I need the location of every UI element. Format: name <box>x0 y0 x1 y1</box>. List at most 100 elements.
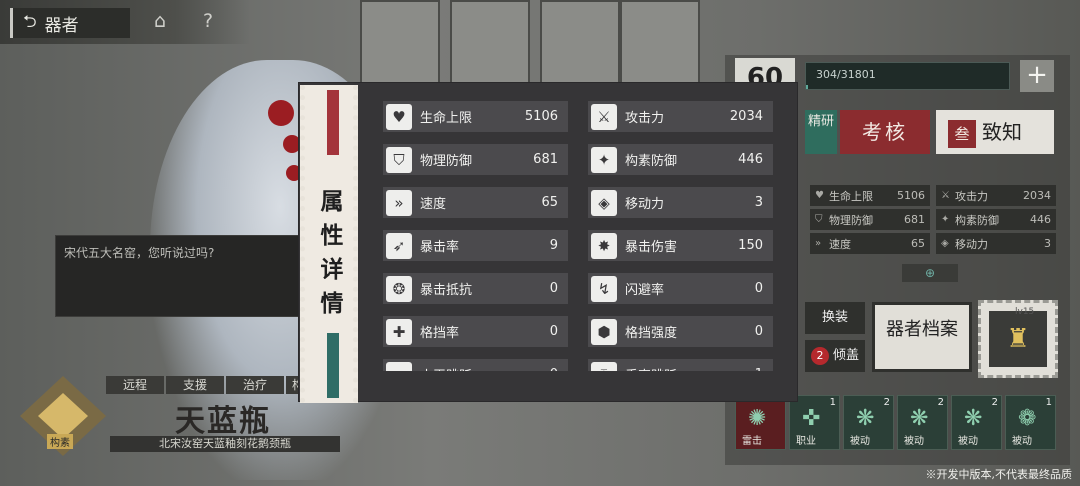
stat-row: » 速度 65 ◈ 移动力 3 <box>383 187 773 218</box>
magnify-icon[interactable]: ⊕ <box>902 264 958 282</box>
move-icon: ◈ <box>941 238 949 249</box>
home-icon[interactable]: ⌂ <box>148 10 172 34</box>
equipment-stamp[interactable]: ♜ lv15 <box>978 300 1058 378</box>
favor-count-badge: 2 <box>810 347 829 365</box>
shield-icon: ⛉ <box>815 214 823 225</box>
stat-cell: ✦ 构素防御 446 <box>588 144 773 175</box>
stat-value: 3 <box>754 195 763 210</box>
stat-value: 65 <box>541 195 558 210</box>
vertical-jump-icon: ⤒ <box>591 361 617 371</box>
stats-list[interactable]: ♥ 生命上限 5106 ⚔ 攻击力 2034 ⛉ 物理防御 681 ✦ 构素防御 446 » 速度 65 ◈ 移… <box>383 101 773 371</box>
stat-row: ♥ 生命上限 5106 ⚔ 攻击力 2034 <box>383 101 773 132</box>
skill-count: 1 <box>829 397 836 408</box>
skill-icon: ❋ <box>856 406 875 431</box>
heart-shield-icon: ♥ <box>386 103 412 130</box>
skill-icon: ✺ <box>748 406 767 431</box>
skill-slot[interactable]: ✺ 雷击 <box>735 395 786 450</box>
shield-icon: ⛉ <box>386 146 412 173</box>
stat-cell: ⛉ 物理防御 681 <box>383 144 568 175</box>
help-button[interactable]: ? <box>196 10 220 34</box>
stat-label: 格挡率 <box>420 326 460 341</box>
refine-button[interactable]: 精研 <box>805 110 837 154</box>
tag: 支援 <box>166 376 224 394</box>
mini-stat-label: 移动力 <box>955 237 988 251</box>
crit-damage-icon: ✸ <box>591 232 617 259</box>
skill-label: 雷击 <box>742 436 762 447</box>
skill-count: 1 <box>1045 397 1052 408</box>
stat-cell: ♥ 生命上限 5106 <box>383 101 568 132</box>
stat-row: ➶ 暴击率 9 ✸ 暴击伤害 150 <box>383 230 773 261</box>
mini-stats[interactable]: ♥ 生命上限 5106 ⚔ 攻击力 2034 ⛉ 物理防御 681 ✦ 构素防御 446 » 速度… <box>810 185 1060 261</box>
stat-label: 暴击抵抗 <box>420 283 473 298</box>
skill-label: 被动 <box>958 436 978 447</box>
dialog-box: 宋代五大名窑，您听说过吗? <box>55 235 305 317</box>
swap-outfit-button[interactable]: 换装 <box>805 302 865 334</box>
dodge-icon: ↯ <box>591 275 617 302</box>
tag: 远程 <box>106 376 164 394</box>
stat-cell: ⬢ 格挡强度 0 <box>588 316 773 347</box>
stat-cell: » 速度 65 <box>383 187 568 218</box>
seal-icon: 叁 <box>948 119 976 148</box>
background-window <box>360 0 440 90</box>
back-arrow-icon: ⮌ <box>23 11 37 32</box>
skill-slot[interactable]: ❋ 2 被动 <box>951 395 1002 450</box>
stat-label: 生命上限 <box>420 111 473 126</box>
mini-stat-label: 构素防御 <box>955 213 999 227</box>
skill-slot[interactable]: ❋ 2 被动 <box>843 395 894 450</box>
archive-button[interactable]: 器者档案 <box>872 302 972 372</box>
stat-value: 0 <box>550 367 558 371</box>
tag-list: 远程 支援 治疗 构 <box>106 376 310 394</box>
crit-resist-icon: ❂ <box>386 275 412 302</box>
zhizhi-button[interactable]: 叁致知 <box>936 110 1054 154</box>
speed-icon: » <box>815 238 822 249</box>
stat-label: 速度 <box>420 197 447 212</box>
red-seal-ribbon <box>327 90 339 155</box>
stat-label: 移动力 <box>625 197 665 212</box>
stamp-level: lv15 <box>1015 307 1035 317</box>
stat-cell: ⤒ 垂直跳跃1 <box>588 359 773 371</box>
stat-value: 0 <box>549 324 558 339</box>
stat-cell: ⚔ 攻击力 2034 <box>588 101 773 132</box>
back-button[interactable]: ⮌ 器者 <box>10 8 130 38</box>
stat-cell: ✸ 暴击伤害 150 <box>588 230 773 261</box>
skill-label: 职业 <box>796 436 816 447</box>
skill-slot[interactable]: ❋ 2 被动 <box>897 395 948 450</box>
heart-shield-icon: ♥ <box>815 190 824 201</box>
exam-button[interactable]: 考核 <box>840 110 930 154</box>
stat-value: 0 <box>754 324 763 339</box>
skill-slot[interactable]: ✜ 1 职业 <box>789 395 840 450</box>
mini-stat: ♥ 生命上限 5106 <box>810 185 930 206</box>
skill-count: 2 <box>883 397 890 408</box>
stat-label: 水平跳跃 <box>420 365 550 371</box>
block-rate-icon: ✚ <box>386 318 412 345</box>
skill-slot[interactable]: ❁ 1 被动 <box>1005 395 1056 450</box>
background-window <box>540 0 620 90</box>
element-shield-icon: ✦ <box>941 214 950 225</box>
exp-bar: 304/31801 <box>805 62 1010 90</box>
stat-cell: ❂ 暴击抵抗 0 <box>383 273 568 304</box>
crossed-swords-icon: ⚔ <box>591 103 617 130</box>
stat-value: 5106 <box>524 109 558 124</box>
crit-rate-icon: ➶ <box>386 232 412 259</box>
stat-cell: ↯ 闪避率 0 <box>588 273 773 304</box>
exp-fill <box>806 85 809 89</box>
add-exp-button[interactable]: + <box>1020 60 1054 92</box>
mini-stat-value: 65 <box>911 237 925 250</box>
stat-row: ⛉ 物理防御 681 ✦ 构素防御 446 <box>383 144 773 175</box>
stat-value: 0 <box>754 281 763 296</box>
horizontal-jump-icon: ⤳ <box>386 361 412 371</box>
favor-button[interactable]: 2 倾盖 <box>805 340 865 372</box>
block-strength-icon: ⬢ <box>591 318 617 345</box>
mini-stat-value: 681 <box>904 213 925 226</box>
stat-value: 9 <box>549 238 558 253</box>
stat-cell: ◈ 移动力 3 <box>588 187 773 218</box>
skill-label: 被动 <box>1012 436 1032 447</box>
mini-stat: » 速度 65 <box>810 233 930 254</box>
favor-label: 倾盖 <box>832 348 859 363</box>
mini-stat-label: 生命上限 <box>829 189 873 203</box>
stat-row: ❂ 暴击抵抗 0 ↯ 闪避率 0 <box>383 273 773 304</box>
stat-label: 格挡强度 <box>625 326 678 341</box>
item-name: 天蓝瓶 <box>175 404 271 439</box>
mini-stat-label: 速度 <box>829 237 851 251</box>
background-window <box>450 0 530 90</box>
